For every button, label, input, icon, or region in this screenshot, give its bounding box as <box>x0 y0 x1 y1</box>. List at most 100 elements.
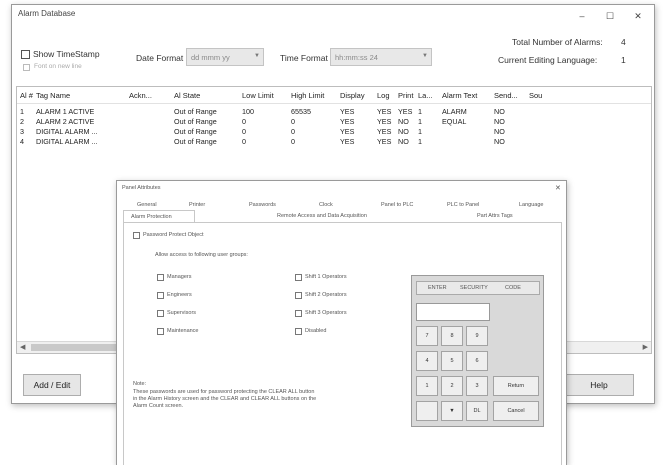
keypad-key-blank[interactable] <box>416 401 438 421</box>
tab-panel-to-plc[interactable]: Panel to PLC <box>381 202 413 208</box>
table-cell: 0 <box>291 127 295 136</box>
keypad-key-9[interactable]: 9 <box>466 326 488 346</box>
show-timestamp-checkbox[interactable] <box>21 50 30 59</box>
table-cell: NO <box>398 117 409 126</box>
tab-remote-access[interactable]: Remote Access and Data Acquisition <box>277 213 367 219</box>
tab-part-attrs-tags[interactable]: Part Attrs Tags <box>477 213 513 219</box>
table-cell: ALARM <box>442 107 467 116</box>
column-header[interactable]: La... <box>418 91 433 100</box>
tab-alarm-protection: Alarm Protection <box>131 214 172 220</box>
group-checkbox[interactable] <box>295 310 302 317</box>
table-cell: ALARM 1 ACTIVE <box>36 107 95 116</box>
scroll-right-icon[interactable]: ▶ <box>643 343 648 351</box>
keypad-key-1[interactable]: 1 <box>416 376 438 396</box>
password-protect-checkbox[interactable] <box>133 232 140 239</box>
scroll-left-icon[interactable]: ◀ <box>20 343 25 351</box>
column-header[interactable]: Al State <box>174 91 200 100</box>
table-cell: 0 <box>291 117 295 126</box>
date-format-select[interactable]: dd mmm yy ▼ <box>186 48 264 66</box>
table-cell: 0 <box>242 137 246 146</box>
table-row[interactable]: 2 ALARM 2 ACTIVE Out of Range 0 0 YES YES NO 1 EQ… <box>17 117 651 127</box>
column-header[interactable]: Ackn... <box>129 91 152 100</box>
date-format-label: Date Format <box>136 53 184 63</box>
group-label: Managers <box>167 274 192 280</box>
table-cell: 1 <box>20 107 24 116</box>
keypad-header-word: CODE <box>505 285 521 291</box>
tab-clock[interactable]: Clock <box>319 202 333 208</box>
column-header[interactable]: Alarm Text <box>442 91 477 100</box>
dialog-close-icon[interactable]: ✕ <box>555 184 561 192</box>
table-cell: Out of Range <box>174 107 217 116</box>
group-checkbox[interactable] <box>157 310 164 317</box>
table-cell: 65535 <box>291 107 311 116</box>
help-button[interactable]: Help <box>564 374 634 396</box>
column-header[interactable]: High Limit <box>291 91 324 100</box>
table-cell: NO <box>398 127 409 136</box>
column-header[interactable]: Send... <box>494 91 518 100</box>
column-header[interactable]: Tag Name <box>36 91 70 100</box>
tab-language[interactable]: Language <box>519 202 543 208</box>
keypad-return-button[interactable]: Return <box>493 376 539 396</box>
tab-passwords[interactable]: Passwords <box>249 202 276 208</box>
table-row[interactable]: 3 DIGITAL ALARM ... Out of Range 0 0 YES YES NO… <box>17 127 651 137</box>
keypad-key-7[interactable]: 7 <box>416 326 438 346</box>
group-label: Shift 1 Operators <box>305 274 347 280</box>
column-header[interactable]: Print <box>398 91 413 100</box>
group-label: Engineers <box>167 292 192 298</box>
tab-plc-to-panel[interactable]: PLC to Panel <box>447 202 479 208</box>
keypad-key-delete[interactable]: DL <box>466 401 488 421</box>
keypad-cancel-button[interactable]: Cancel <box>493 401 539 421</box>
column-header[interactable]: Low Limit <box>242 91 274 100</box>
keypad-key-down[interactable]: ▼ <box>441 401 463 421</box>
keypad-key-4[interactable]: 4 <box>416 351 438 371</box>
group-checkbox[interactable] <box>295 274 302 281</box>
group-checkbox[interactable] <box>157 292 164 299</box>
table-row[interactable]: 1 ALARM 1 ACTIVE Out of Range 100 65535 YES YE… <box>17 107 651 117</box>
maximize-button[interactable]: ☐ <box>596 5 624 27</box>
time-format-value: hh:mm:ss 24 <box>335 53 378 62</box>
column-header[interactable]: Al # <box>20 91 33 100</box>
add-edit-button[interactable]: Add / Edit <box>23 374 81 396</box>
font-newline-checkbox[interactable] <box>23 64 30 71</box>
table-cell: YES <box>377 127 392 136</box>
keypad-key-5[interactable]: 5 <box>441 351 463 371</box>
keypad-key-6[interactable]: 6 <box>466 351 488 371</box>
keypad-key-2[interactable]: 2 <box>441 376 463 396</box>
password-protect-label: Password Protect Object <box>143 232 204 238</box>
column-header[interactable]: Display <box>340 91 365 100</box>
minimize-button[interactable]: – <box>568 5 596 27</box>
keypad-display[interactable] <box>416 303 490 321</box>
group-label: Shift 2 Operators <box>305 292 347 298</box>
table-cell: 1 <box>418 137 422 146</box>
group-checkbox[interactable] <box>295 328 302 335</box>
table-cell: 0 <box>242 117 246 126</box>
table-cell: Out of Range <box>174 127 217 136</box>
close-button[interactable]: ✕ <box>624 5 652 27</box>
show-timestamp-label: Show TimeStamp <box>33 49 100 59</box>
tab-printer[interactable]: Printer <box>189 202 205 208</box>
table-cell: 100 <box>242 107 254 116</box>
header-divider <box>17 103 651 104</box>
time-format-select[interactable]: hh:mm:ss 24 ▼ <box>330 48 432 66</box>
group-checkbox[interactable] <box>157 328 164 335</box>
table-cell: 1 <box>418 127 422 136</box>
security-keypad: ENTER SECURITY CODE 7 8 9 4 5 6 1 2 3 Re… <box>411 275 544 427</box>
title-bar: Alarm Database – ☐ ✕ <box>12 5 654 27</box>
tab-general[interactable]: General <box>137 202 157 208</box>
group-checkbox[interactable] <box>295 292 302 299</box>
group-label: Disabled <box>305 328 327 334</box>
column-header[interactable]: Log <box>377 91 390 100</box>
table-cell: 1 <box>418 117 422 126</box>
group-label: Maintenance <box>167 328 199 334</box>
table-cell: YES <box>340 107 355 116</box>
group-checkbox[interactable] <box>157 274 164 281</box>
date-format-value: dd mmm yy <box>191 53 230 62</box>
keypad-key-8[interactable]: 8 <box>441 326 463 346</box>
column-header[interactable]: Sou <box>529 91 542 100</box>
window-title: Alarm Database <box>18 9 76 18</box>
keypad-key-3[interactable]: 3 <box>466 376 488 396</box>
table-row[interactable]: 4 DIGITAL ALARM ... Out of Range 0 0 YES YES NO… <box>17 137 651 147</box>
table-cell: ALARM 2 ACTIVE <box>36 117 95 126</box>
chevron-down-icon: ▼ <box>254 53 260 59</box>
chevron-down-icon: ▼ <box>422 53 428 59</box>
